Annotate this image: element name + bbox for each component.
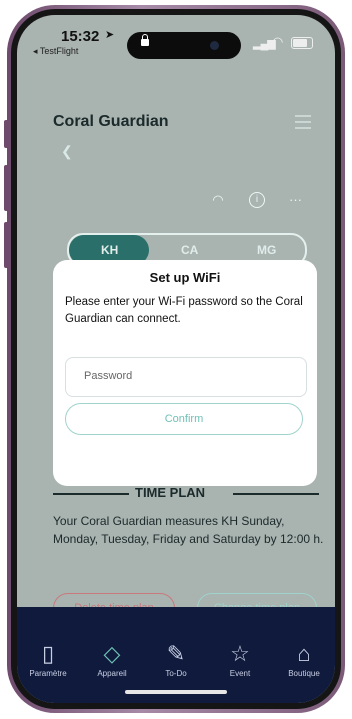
side-button — [4, 222, 9, 268]
home-indicator[interactable] — [125, 690, 227, 694]
tab-label: Boutique — [288, 669, 320, 678]
tab-appareil[interactable]: ◇ Appareil — [81, 639, 143, 678]
page-title: Coral Guardian — [53, 113, 169, 130]
lock-icon — [141, 34, 149, 46]
tab-event[interactable]: ☆ Event — [209, 639, 271, 678]
clipboard-icon: ✎ — [166, 641, 186, 666]
tab-todo[interactable]: ✎ To-Do — [145, 639, 207, 678]
wifi-icon[interactable]: ◜◝ — [213, 192, 223, 208]
screen: 15:32 ➤ ◂ TestFlight ▂▄▆ ◠ Coral Guardia… — [17, 15, 335, 703]
segment-mg[interactable]: MG — [257, 243, 276, 257]
camera-icon — [210, 41, 219, 50]
divider — [233, 493, 319, 495]
star-icon: ☆ — [230, 641, 250, 666]
side-button — [4, 165, 9, 211]
password-placeholder: Password — [84, 370, 133, 382]
device-icon: ◇ — [103, 641, 121, 666]
side-button — [4, 120, 9, 148]
time-plan-text: Your Coral Guardian measures KH Sunday, … — [53, 514, 324, 546]
tab-bar: ▯ Paramètre ◇ Appareil ✎ To-Do ☆ Event ⌂… — [17, 607, 335, 703]
more-icon[interactable]: ··· — [289, 192, 302, 207]
shop-icon: ⌂ — [297, 641, 311, 666]
tab-parametre[interactable]: ▯ Paramètre — [17, 639, 79, 678]
dialog-title: Set up WiFi — [149, 270, 221, 285]
wifi-setup-dialog: Set up WiFi Please enter your Wi-Fi pass… — [53, 260, 317, 486]
tab-label: Appareil — [97, 669, 127, 678]
menu-icon[interactable] — [295, 115, 311, 133]
confirm-button[interactable]: Confirm — [65, 403, 303, 435]
ruler-icon: ▯ — [41, 641, 55, 666]
dialog-message: Please enter your Wi-Fi password so the … — [65, 296, 303, 325]
location-arrow-icon: ➤ — [105, 29, 115, 41]
battery-icon — [291, 37, 313, 49]
divider — [53, 493, 129, 495]
status-bar: 15:32 ➤ ◂ TestFlight ▂▄▆ ◠ — [17, 15, 335, 63]
back-chevron-icon[interactable]: ❮ — [61, 143, 73, 160]
status-time: 15:32 — [61, 28, 100, 45]
info-icon[interactable]: i — [249, 192, 265, 208]
segment-ca[interactable]: CA — [181, 243, 198, 257]
password-input[interactable]: Password — [65, 357, 307, 397]
time-plan-title: TIME PLAN — [135, 485, 206, 500]
back-to-testflight[interactable]: ◂ TestFlight — [33, 46, 78, 57]
wifi-status-icon: ◠ — [272, 34, 284, 49]
dynamic-island — [127, 32, 241, 59]
tab-label: To-Do — [165, 669, 187, 678]
segment-kh[interactable]: KH — [101, 243, 118, 257]
tab-label: Paramètre — [29, 669, 67, 678]
tab-boutique[interactable]: ⌂ Boutique — [273, 639, 335, 678]
tab-label: Event — [229, 669, 251, 678]
